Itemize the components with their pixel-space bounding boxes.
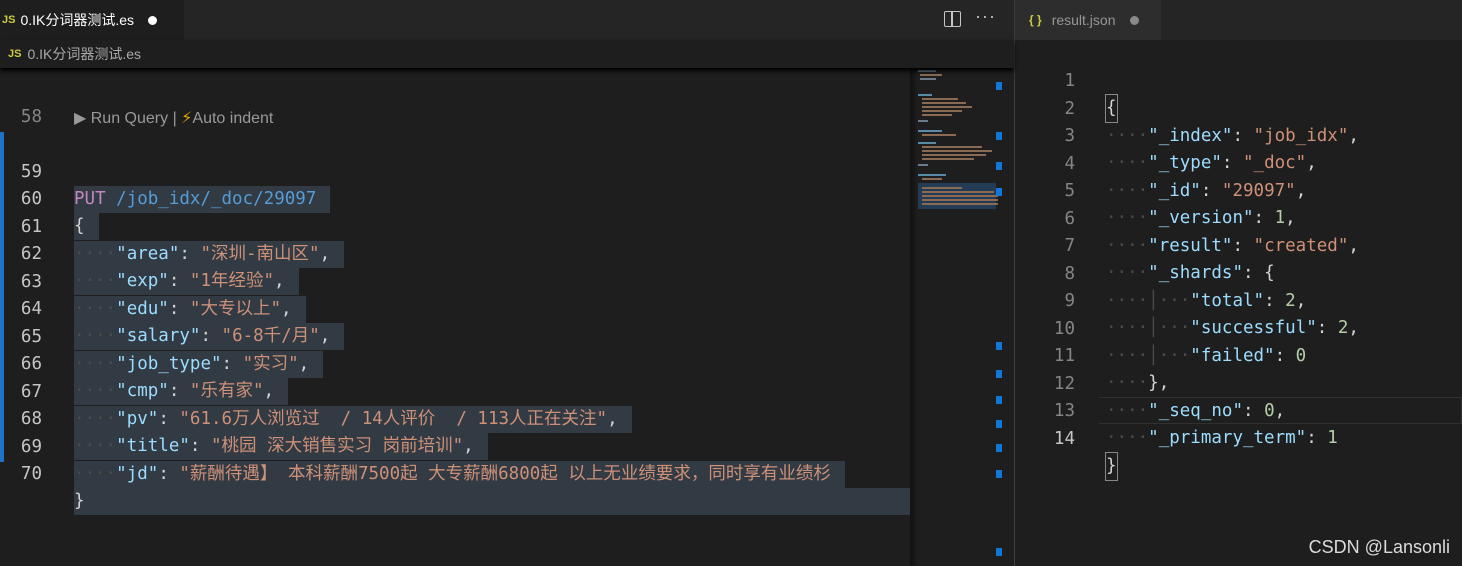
left-editor-group: JS 0.IK分词器测试.es ··· JS 0.IK分词器测试.es 58 ▶… xyxy=(0,0,1014,566)
code-editor[interactable]: 58 ▶ Run Query | ⚡Auto indent 59 PUT /jo… xyxy=(0,68,910,566)
scrollbar-marker xyxy=(996,420,1002,428)
run-query-link[interactable]: ▶ Run Query xyxy=(74,110,168,127)
right-editor-group: { } result.json 1 { 2 ····"_index": "job… xyxy=(1015,0,1462,566)
code-line: 13 ····"_primary_term": 1 xyxy=(1015,371,1462,448)
code-line: 9 ····│···"successful": 2, xyxy=(1015,261,1462,338)
scrollbar-marker xyxy=(996,548,1002,556)
js-file-icon: JS xyxy=(2,14,16,26)
code-line: 67 ····"pv": "61.6万人浏览过 / 14人评价 / 113人正在… xyxy=(0,352,910,433)
watermark: CSDN @Lansonli xyxy=(1308,537,1450,557)
code-line: 4 ····"_id": "29097", xyxy=(1015,124,1462,201)
code-line: 69 ····"jd": "薪酬待遇】 本科薪酬7500起 大专薪酬6800起 … xyxy=(0,407,910,488)
code-line: 62 ····"exp": "1年经验", xyxy=(0,214,910,295)
code-line: 64 ····"salary": "6-8千/月", xyxy=(0,269,910,350)
scrollbar-marker xyxy=(996,470,1002,478)
code-line: 65 ····"job_type": "实习", xyxy=(0,297,910,378)
tab-title: 0.IK分词器测试.es xyxy=(20,12,135,28)
tab-ik-test-es[interactable]: JS 0.IK分词器测试.es xyxy=(0,0,184,40)
code-line: 63 ····"edu": "大专以上", xyxy=(0,242,910,323)
json-file-icon: { } xyxy=(1029,13,1042,27)
code-line: 6 ····"result": "created", xyxy=(1015,179,1462,256)
code-line: 8 ····│···"total": 2, xyxy=(1015,234,1462,311)
line-number: 70 xyxy=(20,464,42,484)
code-line: 11 ····}, xyxy=(1015,316,1462,393)
more-actions-icon[interactable]: ··· xyxy=(975,6,996,27)
json-number: 1 xyxy=(1327,428,1338,448)
json-pair: ····"_primary_term": 1 xyxy=(1106,428,1338,448)
tab-title: result.json xyxy=(1051,12,1116,28)
code-line: 5 ····"_version": 1, xyxy=(1015,151,1462,228)
code-line: 2 ····"_index": "job_idx", xyxy=(1015,69,1462,146)
code-line: 68 ····"title": "桃园 深大销售实习 岗前培训", xyxy=(0,379,910,460)
json-pair: ····"jd": "薪酬待遇】 本科薪酬7500起 大专薪酬6800起 以上无… xyxy=(74,461,845,488)
code-line: 60 { xyxy=(0,159,910,240)
line-number: 58 xyxy=(20,107,42,127)
json-value: "薪酬待遇】 本科薪酬7500起 大专薪酬6800起 以上无业绩要求，同时享有业… xyxy=(179,464,831,484)
minimap-shadow xyxy=(910,68,918,566)
scrollbar-marker xyxy=(996,162,1002,170)
code-line: 70 } xyxy=(0,434,910,515)
minimap[interactable] xyxy=(910,68,1014,566)
code-line: 10 ····│···"failed": 0 xyxy=(1015,289,1462,366)
scrollbar-marker xyxy=(996,370,1002,378)
split-editor-icon[interactable] xyxy=(944,11,961,27)
unsaved-dot-icon[interactable] xyxy=(148,15,158,25)
codelens: ▶ Run Query | ⚡Auto indent xyxy=(74,108,273,128)
scrollbar-marker xyxy=(996,444,1002,452)
js-file-icon: JS xyxy=(8,48,22,60)
tab-result-json[interactable]: { } result.json xyxy=(1015,0,1161,40)
json-key: "jd" xyxy=(116,464,159,484)
code-line: 3 ····"_type": "_doc", xyxy=(1015,96,1462,173)
close-brace: } xyxy=(74,488,910,515)
scrollbar-marker xyxy=(996,188,1002,196)
unsaved-dot-icon[interactable] xyxy=(1129,15,1139,25)
scrollbar-marker xyxy=(996,82,1002,90)
scrollbar-marker xyxy=(996,132,1002,140)
scrollbar-marker xyxy=(996,396,1002,404)
left-tab-bar: JS 0.IK分词器测试.es ··· xyxy=(0,0,1014,40)
close-brace: } xyxy=(1105,452,1118,481)
result-json-editor[interactable]: 1 { 2 ····"_index": "job_idx", 3 ····"_t… xyxy=(1015,40,1462,566)
line-number: 14 xyxy=(1053,429,1075,449)
bolt-icon: ⚡ xyxy=(181,110,193,127)
code-line: 7 ····"_shards": { xyxy=(1015,206,1462,283)
scrollbar-marker xyxy=(996,342,1002,350)
codelens-separator: | xyxy=(168,110,182,127)
auto-indent-link[interactable]: Auto indent xyxy=(192,110,273,127)
code-line: 1 { xyxy=(1015,41,1462,123)
code-line: 66 ····"cmp": "乐有家", xyxy=(0,324,910,405)
code-line: 14 } xyxy=(1015,399,1462,481)
code-line: 59 PUT /job_idx/_doc/29097 xyxy=(0,132,910,213)
right-tab-bar: { } result.json xyxy=(1015,0,1462,40)
json-key: "_primary_term" xyxy=(1148,428,1307,448)
breadcrumb-file[interactable]: 0.IK分词器测试.es xyxy=(27,44,141,64)
code-line: 58 xyxy=(0,77,910,127)
code-line: 12 ····"_seq_no": 0, xyxy=(1015,344,1462,421)
breadcrumb: JS 0.IK分词器测试.es xyxy=(0,40,1014,68)
code-line: 61 ····"area": "深圳-南山区", xyxy=(0,187,910,268)
